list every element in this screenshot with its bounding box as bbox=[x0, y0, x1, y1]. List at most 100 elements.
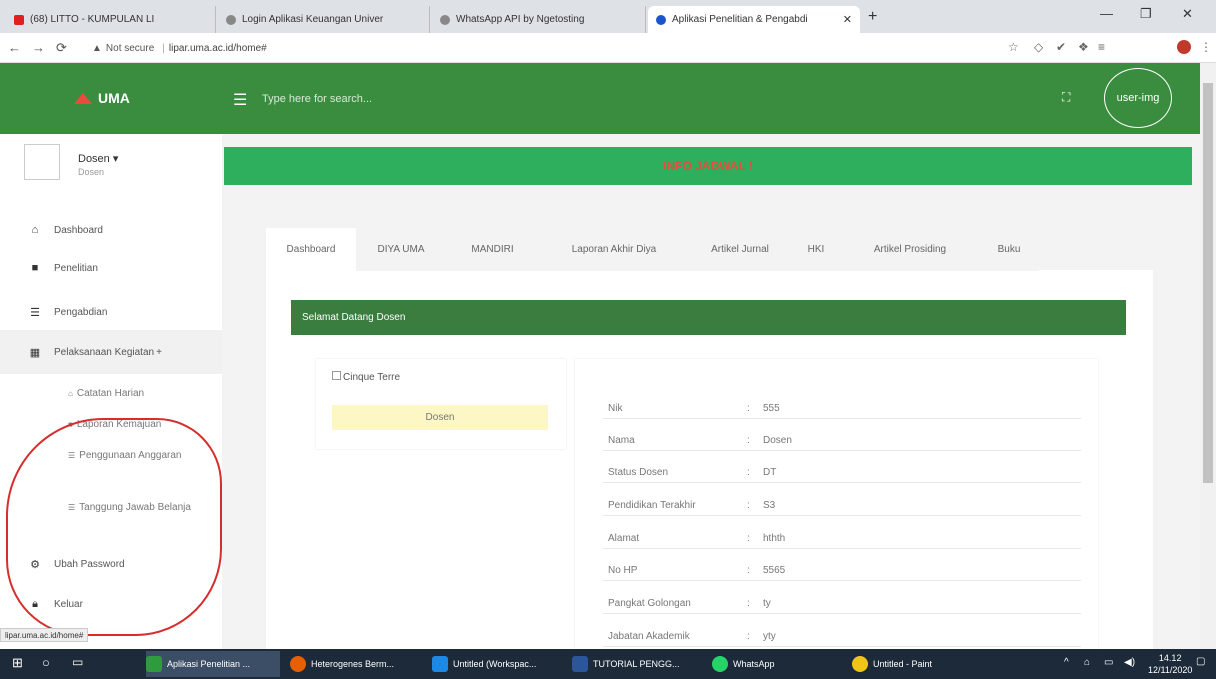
taskbar-item-word[interactable]: TUTORIAL PENGG... bbox=[572, 651, 702, 677]
sidebar-subitem-laporan-kemajuan[interactable]: ■ Laporan Kemajuan bbox=[68, 418, 198, 432]
profile-name[interactable]: Dosen ▾ bbox=[78, 152, 118, 165]
tab-diya-uma[interactable]: DIYA UMA bbox=[356, 228, 446, 271]
tab-label: Artikel Jurnal bbox=[711, 244, 769, 255]
taskbar-item-chrome[interactable]: Aplikasi Penelitian ... bbox=[146, 651, 280, 677]
browser-tab-bar: (68) LITTO - KUMPULAN LI Login Aplikasi … bbox=[0, 0, 1216, 33]
browser-tab-active[interactable]: Aplikasi Penelitian & Pengabdi ✕ bbox=[648, 6, 860, 33]
search-icon[interactable]: ○ bbox=[42, 655, 50, 670]
colon: : bbox=[747, 598, 750, 609]
fullscreen-icon[interactable]: ⛶ bbox=[1062, 90, 1070, 105]
page-scrollbar[interactable] bbox=[1200, 63, 1216, 649]
word-icon bbox=[572, 656, 588, 672]
extension-shield-icon[interactable]: ◇ bbox=[1034, 40, 1043, 54]
browser-tab[interactable]: Login Aplikasi Keuangan Univer bbox=[218, 6, 430, 33]
globe-icon bbox=[440, 14, 450, 25]
sidebar-item-ubah-password[interactable]: ⚙ Ubah Password bbox=[0, 554, 222, 574]
role-badge-text: Dosen bbox=[425, 412, 455, 423]
vscode-icon bbox=[432, 656, 448, 672]
battery-icon[interactable]: ▭ bbox=[1104, 657, 1113, 668]
browser-tab[interactable]: WhatsApp API by Ngetosting bbox=[432, 6, 646, 33]
star-icon[interactable]: ☆ bbox=[1008, 40, 1019, 54]
search-input[interactable] bbox=[262, 89, 562, 109]
url-field[interactable]: ▲ Not secure | lipar.uma.ac.id/home# bbox=[86, 37, 986, 59]
extension-check-icon[interactable]: ✔ bbox=[1056, 40, 1066, 54]
scrollbar-thumb[interactable] bbox=[1203, 83, 1213, 483]
volume-icon[interactable]: ◀) bbox=[1124, 657, 1135, 668]
reload-icon[interactable]: ⟳ bbox=[56, 40, 67, 56]
browser-tab[interactable]: (68) LITTO - KUMPULAN LI bbox=[6, 6, 216, 33]
sidebar-item-label: Pelaksanaan Kegiatan bbox=[54, 346, 155, 358]
taskbar-item-vscode[interactable]: Untitled (Workspac... bbox=[432, 651, 562, 677]
system-clock[interactable]: 14.12 12/11/2020 bbox=[1148, 652, 1192, 676]
book-icon: ■ bbox=[31, 262, 39, 274]
detail-key: Status Dosen bbox=[608, 467, 669, 478]
sidebar-item-pelaksanaan-kegiatan[interactable]: ▦ Pelaksanaan Kegiatan + bbox=[0, 330, 222, 374]
tab-artikel-prosiding[interactable]: Artikel Prosiding bbox=[841, 228, 979, 271]
windows-start-icon[interactable]: ⊞ bbox=[12, 655, 23, 671]
user-avatar[interactable]: user-img bbox=[1104, 68, 1172, 128]
sidebar-item-penelitian[interactable]: ■ Penelitian bbox=[0, 258, 222, 278]
not-secure-label: Not secure bbox=[105, 42, 155, 54]
detail-row: No HP: 5565 bbox=[603, 559, 1081, 581]
sidebar-subitem-catatan-harian[interactable]: ⌂ Catatan Harian bbox=[68, 387, 198, 401]
tab-artikel-jurnal[interactable]: Artikel Jurnal bbox=[689, 228, 791, 271]
browser-profile-avatar[interactable] bbox=[1177, 40, 1191, 54]
more-icon[interactable]: ⋮ bbox=[1200, 40, 1212, 54]
restore-icon[interactable]: ❐ bbox=[1140, 6, 1152, 22]
app-favicon-icon bbox=[656, 14, 666, 25]
sidebar-subitem-tanggung-jawab-belanja[interactable]: ☰ Tanggung Jawab Belanja bbox=[68, 501, 198, 515]
extension-icon[interactable]: ❖ bbox=[1078, 40, 1089, 54]
home-icon: ⌂ bbox=[68, 389, 73, 398]
tab-label: Dashboard bbox=[286, 244, 336, 255]
extension-menu-icon[interactable]: ≡ bbox=[1098, 40, 1105, 54]
tab-hki[interactable]: HKI bbox=[791, 228, 841, 271]
close-window-icon[interactable]: ✕ bbox=[1182, 6, 1193, 22]
forward-icon[interactable]: → bbox=[32, 40, 45, 55]
taskbar-label: TUTORIAL PENGG... bbox=[593, 659, 680, 669]
brand-logo[interactable]: UMA bbox=[74, 90, 130, 106]
tray-chevron-icon[interactable]: ^ bbox=[1064, 657, 1069, 668]
taskbar-item-whatsapp[interactable]: WhatsApp bbox=[712, 651, 842, 677]
screen: (68) LITTO - KUMPULAN LI Login Aplikasi … bbox=[0, 0, 1216, 679]
taskbar-item-paint[interactable]: Untitled - Paint bbox=[852, 651, 982, 677]
home-icon: ⌂ bbox=[31, 224, 39, 236]
network-icon[interactable]: ⌂ bbox=[1084, 657, 1090, 668]
sidebar-item-label: Pengabdian bbox=[54, 306, 108, 318]
detail-value: 5565 bbox=[763, 565, 786, 576]
detail-value: S3 bbox=[763, 500, 776, 511]
youtube-icon bbox=[14, 14, 24, 25]
hamburger-menu-icon[interactable]: ☰ bbox=[233, 90, 247, 110]
sidebar: Dosen ▾ Dosen ⌂ Dashboard ■ Penelitian ☰… bbox=[0, 134, 222, 649]
sidebar-item-keluar[interactable]: 🔒︎ Keluar bbox=[0, 594, 222, 614]
sidebar-item-label: Keluar bbox=[54, 598, 83, 610]
tab-mandiri[interactable]: MANDIRI bbox=[446, 228, 539, 271]
windows-taskbar: ⊞ ○ ▭ Aplikasi Penelitian ... Heterogene… bbox=[0, 649, 1216, 679]
top-header: UMA ☰ ⛶ user-img bbox=[0, 63, 1200, 134]
tab-dashboard[interactable]: Dashboard bbox=[266, 228, 356, 271]
tab-label: Artikel Prosiding bbox=[873, 244, 947, 255]
minimize-icon[interactable]: — bbox=[1100, 6, 1113, 21]
profile-photo-alt: Cinque Terre bbox=[343, 372, 401, 383]
sidebar-subitem-penggunaan-anggaran[interactable]: ☰ Penggunaan Anggaran bbox=[68, 449, 198, 463]
sidebar-item-pengabdian[interactable]: ☰ Pengabdian bbox=[0, 302, 222, 322]
taskbar-label: Untitled (Workspac... bbox=[453, 659, 537, 669]
tab-laporan-akhir-diya[interactable]: Laporan Akhir Diya bbox=[539, 228, 689, 271]
back-icon[interactable]: ← bbox=[8, 40, 21, 55]
sidebar-item-dashboard[interactable]: ⌂ Dashboard bbox=[0, 220, 222, 240]
brand-mark-icon bbox=[74, 92, 92, 104]
detail-key: Alamat bbox=[608, 533, 640, 544]
close-tab-icon[interactable]: ✕ bbox=[843, 13, 852, 26]
taskbar-item-firefox[interactable]: Heterogenes Berm... bbox=[290, 651, 422, 677]
url-text: lipar.uma.ac.id/home# bbox=[168, 42, 267, 54]
notification-icon[interactable]: ▢ bbox=[1196, 656, 1205, 667]
task-view-icon[interactable]: ▭ bbox=[72, 655, 83, 669]
detail-row: Jabatan Akademik: yty bbox=[603, 625, 1081, 647]
whatsapp-icon bbox=[712, 656, 728, 672]
new-tab-icon[interactable]: + bbox=[868, 8, 877, 26]
tab-buku[interactable]: Buku bbox=[979, 228, 1039, 271]
taskbar-label: Aplikasi Penelitian ... bbox=[167, 659, 251, 669]
detail-row: Pendidikan Terakhir: S3 bbox=[603, 494, 1081, 516]
detail-key: Pendidikan Terakhir bbox=[608, 500, 696, 511]
address-bar: ← → ⟳ ▲ Not secure | lipar.uma.ac.id/hom… bbox=[0, 33, 1216, 63]
detail-row: Nama: Dosen bbox=[603, 429, 1081, 451]
